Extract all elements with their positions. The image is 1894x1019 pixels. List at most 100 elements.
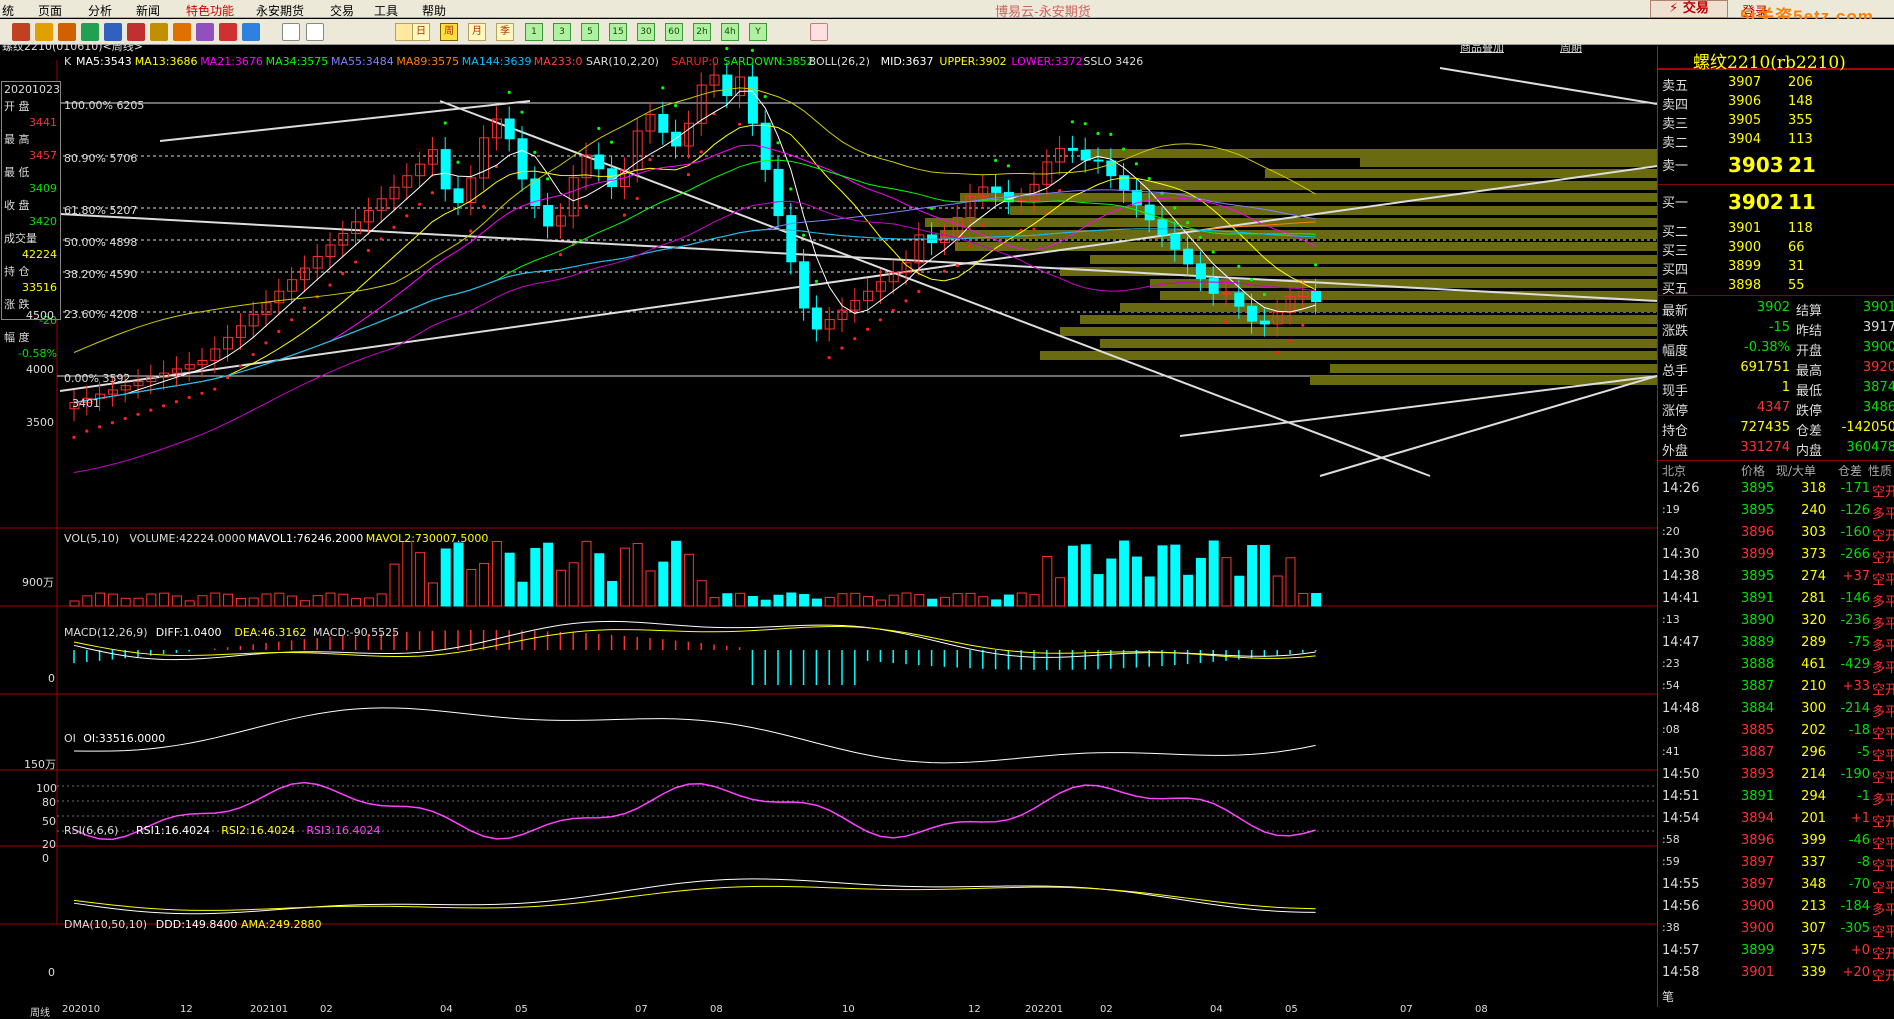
- tick-nature: 多平: [1872, 617, 1894, 632]
- tick-volume: 300: [1801, 701, 1826, 716]
- minute-button-5[interactable]: 60: [665, 23, 683, 41]
- ask-row-4[interactable]: 卖四 3906 148: [1658, 93, 1894, 113]
- ask-row-3-volume: 355: [1788, 113, 1813, 128]
- ask-row-2[interactable]: 卖二 3904 113: [1658, 131, 1894, 151]
- kline-chart-area[interactable]: 螺纹2210(010610)<周线> 商品叠加 周期 20201023 开 盘 34…: [0, 40, 1657, 1019]
- price-axis-2: 3500: [26, 416, 54, 429]
- volume-bar-38: [555, 569, 566, 607]
- minute-button-6[interactable]: 2h: [693, 23, 711, 41]
- volume-bar-64: [888, 594, 899, 607]
- volume-bar-8: [171, 595, 182, 607]
- menu-item-2[interactable]: 分析: [88, 2, 112, 19]
- tick-volume: 320: [1801, 613, 1826, 628]
- time-axis-13: 04: [1210, 1004, 1223, 1015]
- tick-volume: 339: [1801, 965, 1826, 980]
- period-button-1[interactable]: 周: [440, 23, 458, 41]
- minute-button-8[interactable]: Y: [749, 23, 767, 41]
- list-icon[interactable]: [306, 23, 324, 41]
- menu-item-6[interactable]: 交易: [330, 2, 354, 19]
- bid-row-4[interactable]: 买四 3899 31: [1658, 258, 1894, 278]
- minute-button-7[interactable]: 4h: [721, 23, 739, 41]
- goods-overlay-tab[interactable]: 商品叠加: [1460, 39, 1504, 55]
- ask-row-5[interactable]: 卖五 3907 206: [1658, 74, 1894, 94]
- period-button-2[interactable]: 月: [468, 23, 486, 41]
- sar-dot-37: [546, 177, 550, 181]
- menu-item-7[interactable]: 工具: [374, 2, 398, 19]
- minute-button-3[interactable]: 15: [609, 23, 627, 41]
- trade-button[interactable]: ⚡ 交易: [1650, 0, 1728, 18]
- volume-bar-46: [658, 561, 669, 607]
- kline-candle-56: [786, 215, 797, 263]
- ask-row-3[interactable]: 卖三 3905 355: [1658, 112, 1894, 132]
- volume-bar-9: [184, 600, 195, 607]
- ask-row-5-label: 卖五: [1662, 79, 1689, 94]
- macd-axis: 0: [48, 672, 55, 685]
- k-label: K: [64, 55, 72, 68]
- bid-row-3[interactable]: 买三 3900 66: [1658, 239, 1894, 259]
- stat-row-0: 最新 3902 结算 3901: [1658, 299, 1894, 319]
- menu-item-0[interactable]: 统: [2, 2, 14, 19]
- menu-item-4[interactable]: 特色功能: [186, 2, 234, 19]
- menu-item-1[interactable]: 页面: [38, 2, 62, 19]
- flag-icon[interactable]: [219, 23, 237, 41]
- calendar-icon[interactable]: [395, 23, 413, 41]
- sar-dot-56: [789, 187, 793, 191]
- sar-dot-6: [149, 408, 153, 412]
- tick-time: :54: [1662, 679, 1680, 692]
- stat-label-b-2: 开盘: [1796, 344, 1823, 359]
- minute-button-2[interactable]: 5: [581, 23, 599, 41]
- volume-bar-80: [1093, 574, 1104, 607]
- price-axis-1: 4000: [26, 363, 54, 376]
- volume-bar-83: [1131, 556, 1142, 607]
- bid-row-1[interactable]: 买一 3902 11: [1658, 190, 1894, 214]
- time-axis-10: 12: [968, 1004, 981, 1015]
- info-label-3: 收 盘: [4, 198, 30, 212]
- minute-button-4[interactable]: 30: [637, 23, 655, 41]
- volume-bar-74: [1016, 592, 1027, 607]
- sar-dot-63: [878, 318, 883, 322]
- period-button-3[interactable]: 季: [496, 23, 514, 41]
- info-label-4: 成交量: [4, 231, 37, 245]
- period-button-0[interactable]: 日: [412, 23, 430, 41]
- bid-row-5[interactable]: 买五 3898 55: [1658, 277, 1894, 297]
- tick-oi-change: -171: [1840, 481, 1870, 496]
- sar-dot-64: [891, 308, 895, 312]
- volume-bar-27: [415, 552, 426, 607]
- edit-icon[interactable]: [150, 23, 168, 41]
- macd-legend-0: DIFF:1.0400: [155, 626, 222, 639]
- table-icon[interactable]: [282, 23, 300, 41]
- tick-oi-change: -190: [1840, 767, 1870, 782]
- period-tab[interactable]: 周期: [1560, 39, 1582, 55]
- volume-bar-66: [914, 594, 925, 607]
- sar-dot-79: [1083, 122, 1087, 126]
- stat-value-a-4: 1: [1781, 380, 1790, 395]
- tick-row: :19 3895 240 -126 多平: [1658, 501, 1894, 523]
- calculator-icon[interactable]: [810, 23, 828, 41]
- pin-icon[interactable]: [173, 23, 191, 41]
- ask-row-1[interactable]: 卖一 3903 21: [1658, 153, 1894, 177]
- bid-row-2[interactable]: 买二 3901 118: [1658, 220, 1894, 240]
- compare-icon[interactable]: [242, 23, 260, 41]
- tick-time: :59: [1662, 855, 1680, 868]
- rsi-axis-4: 0: [42, 852, 49, 865]
- volume-profile-bar-5: [1010, 206, 1657, 215]
- volume-bar-93: [1259, 544, 1270, 607]
- tick-price: 3897: [1741, 877, 1775, 892]
- menu-item-5[interactable]: 永安期货: [256, 2, 304, 19]
- sar-dot-43: [622, 213, 627, 217]
- sar-dot-21: [341, 272, 345, 276]
- kline-candle-29: [440, 149, 451, 190]
- sar-dot-18: [302, 306, 306, 310]
- filter-icon[interactable]: [196, 23, 214, 41]
- sar-dot-47: [674, 104, 678, 108]
- stat-label-b-0: 结算: [1796, 304, 1823, 319]
- minute-button-1[interactable]: 3: [553, 23, 571, 41]
- volume-bar-5: [133, 597, 144, 607]
- time-axis-1: 202010: [62, 1004, 101, 1015]
- sar-dot-15: [264, 341, 268, 345]
- menu-item-8[interactable]: 帮助: [422, 2, 446, 19]
- menu-item-3[interactable]: 新闻: [136, 2, 160, 19]
- chart-canvas[interactable]: [0, 46, 1657, 1007]
- tick-row: 14:41 3891 281 -146 多平: [1658, 589, 1894, 611]
- minute-button-0[interactable]: 1: [525, 23, 543, 41]
